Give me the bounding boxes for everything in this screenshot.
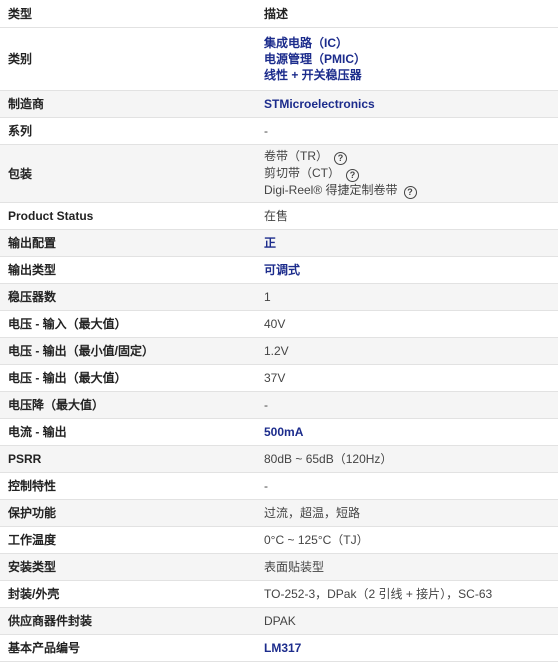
question-circle-icon[interactable]: ? (334, 151, 347, 165)
row-label: 工作温度 (0, 526, 256, 554)
output-config-link[interactable]: 正 (256, 229, 558, 257)
table-row: 输出类型 可调式 (0, 256, 558, 284)
category-link-pmic[interactable]: 电源管理（PMIC） (264, 51, 550, 67)
row-label: 保护功能 (0, 499, 256, 527)
row-value: 37V (256, 364, 558, 392)
row-label: 包装 (0, 144, 256, 203)
table-row: 电压 - 输入（最大值） 40V (0, 310, 558, 338)
base-product-link[interactable]: LM317 (256, 634, 558, 662)
row-label: 输出类型 (0, 256, 256, 284)
row-value: 在售 (256, 202, 558, 230)
row-label: Product Status (0, 202, 256, 230)
table-row: 稳压器数 1 (0, 283, 558, 311)
header-description: 描述 (256, 0, 558, 28)
row-label: 系列 (0, 117, 256, 145)
row-value: DPAK (256, 607, 558, 635)
row-value: 1 (256, 283, 558, 311)
row-value: 表面贴装型 (256, 553, 558, 581)
table-row: 类别 集成电路（IC） 电源管理（PMIC） 线性 + 开关稳压器 (0, 27, 558, 91)
table-row: 安装类型 表面贴装型 (0, 553, 558, 581)
packaging-option: 卷带（TR）? (264, 148, 550, 165)
header-type: 类型 (0, 0, 256, 28)
table-row: 电压降（最大值） - (0, 391, 558, 419)
product-attributes-table: 类型 描述 类别 集成电路（IC） 电源管理（PMIC） 线性 + 开关稳压器 … (0, 0, 558, 662)
packaging-option: Digi-Reel® 得捷定制卷带? (264, 182, 550, 199)
row-value: 过流，超温，短路 (256, 499, 558, 527)
row-label: 输出配置 (0, 229, 256, 257)
table-row: 工作温度 0°C ~ 125°C（TJ） (0, 526, 558, 554)
table-row: 供应商器件封装 DPAK (0, 607, 558, 635)
row-value: 40V (256, 310, 558, 338)
question-circle-icon[interactable]: ? (346, 168, 359, 182)
row-value: - (256, 391, 558, 419)
table-row: 包装 卷带（TR）? 剪切带（CT）? Digi-Reel® 得捷定制卷带? (0, 144, 558, 203)
packaging-values: 卷带（TR）? 剪切带（CT）? Digi-Reel® 得捷定制卷带? (256, 144, 558, 203)
table-row: 控制特性 - (0, 472, 558, 500)
current-output-link[interactable]: 500mA (256, 418, 558, 446)
table-row: 基本产品编号 LM317 (0, 634, 558, 662)
row-value: 1.2V (256, 337, 558, 365)
table-row: 电压 - 输出（最大值） 37V (0, 364, 558, 392)
table-row: 封装/外壳 TO-252-3，DPak（2 引线 + 接片），SC-63 (0, 580, 558, 608)
table-row: 输出配置 正 (0, 229, 558, 257)
question-circle-icon[interactable]: ? (403, 185, 417, 199)
row-label: 电流 - 输出 (0, 418, 256, 446)
row-value: 0°C ~ 125°C（TJ） (256, 526, 558, 554)
row-value: TO-252-3，DPak（2 引线 + 接片），SC-63 (256, 580, 558, 608)
table-row: 系列 - (0, 117, 558, 145)
table-row: 电压 - 输出（最小值/固定） 1.2V (0, 337, 558, 365)
category-link-ic[interactable]: 集成电路（IC） (264, 35, 550, 51)
table-row: 保护功能 过流，超温，短路 (0, 499, 558, 527)
row-label: 电压 - 输入（最大值） (0, 310, 256, 338)
table-row: Product Status 在售 (0, 202, 558, 230)
output-type-link[interactable]: 可调式 (256, 256, 558, 284)
row-label: 类别 (0, 27, 256, 91)
row-label: 安装类型 (0, 553, 256, 581)
row-label: 稳压器数 (0, 283, 256, 311)
table-header-row: 类型 描述 (0, 0, 558, 28)
manufacturer-link[interactable]: STMicroelectronics (256, 90, 558, 118)
table-row: PSRR 80dB ~ 65dB（120Hz） (0, 445, 558, 473)
row-value: - (256, 472, 558, 500)
row-label: 封装/外壳 (0, 580, 256, 608)
row-label: 供应商器件封装 (0, 607, 256, 635)
row-label: 电压降（最大值） (0, 391, 256, 419)
row-value: 80dB ~ 65dB（120Hz） (256, 445, 558, 473)
table-row: 电流 - 输出 500mA (0, 418, 558, 446)
row-label: PSRR (0, 445, 256, 473)
row-label: 制造商 (0, 90, 256, 118)
packaging-option: 剪切带（CT）? (264, 165, 550, 182)
category-values: 集成电路（IC） 电源管理（PMIC） 线性 + 开关稳压器 (256, 27, 558, 91)
category-link-regulator[interactable]: 线性 + 开关稳压器 (264, 67, 550, 83)
row-label: 电压 - 输出（最大值） (0, 364, 256, 392)
row-value: - (256, 117, 558, 145)
table-row: 制造商 STMicroelectronics (0, 90, 558, 118)
row-label: 控制特性 (0, 472, 256, 500)
row-label: 电压 - 输出（最小值/固定） (0, 337, 256, 365)
row-label: 基本产品编号 (0, 634, 256, 662)
